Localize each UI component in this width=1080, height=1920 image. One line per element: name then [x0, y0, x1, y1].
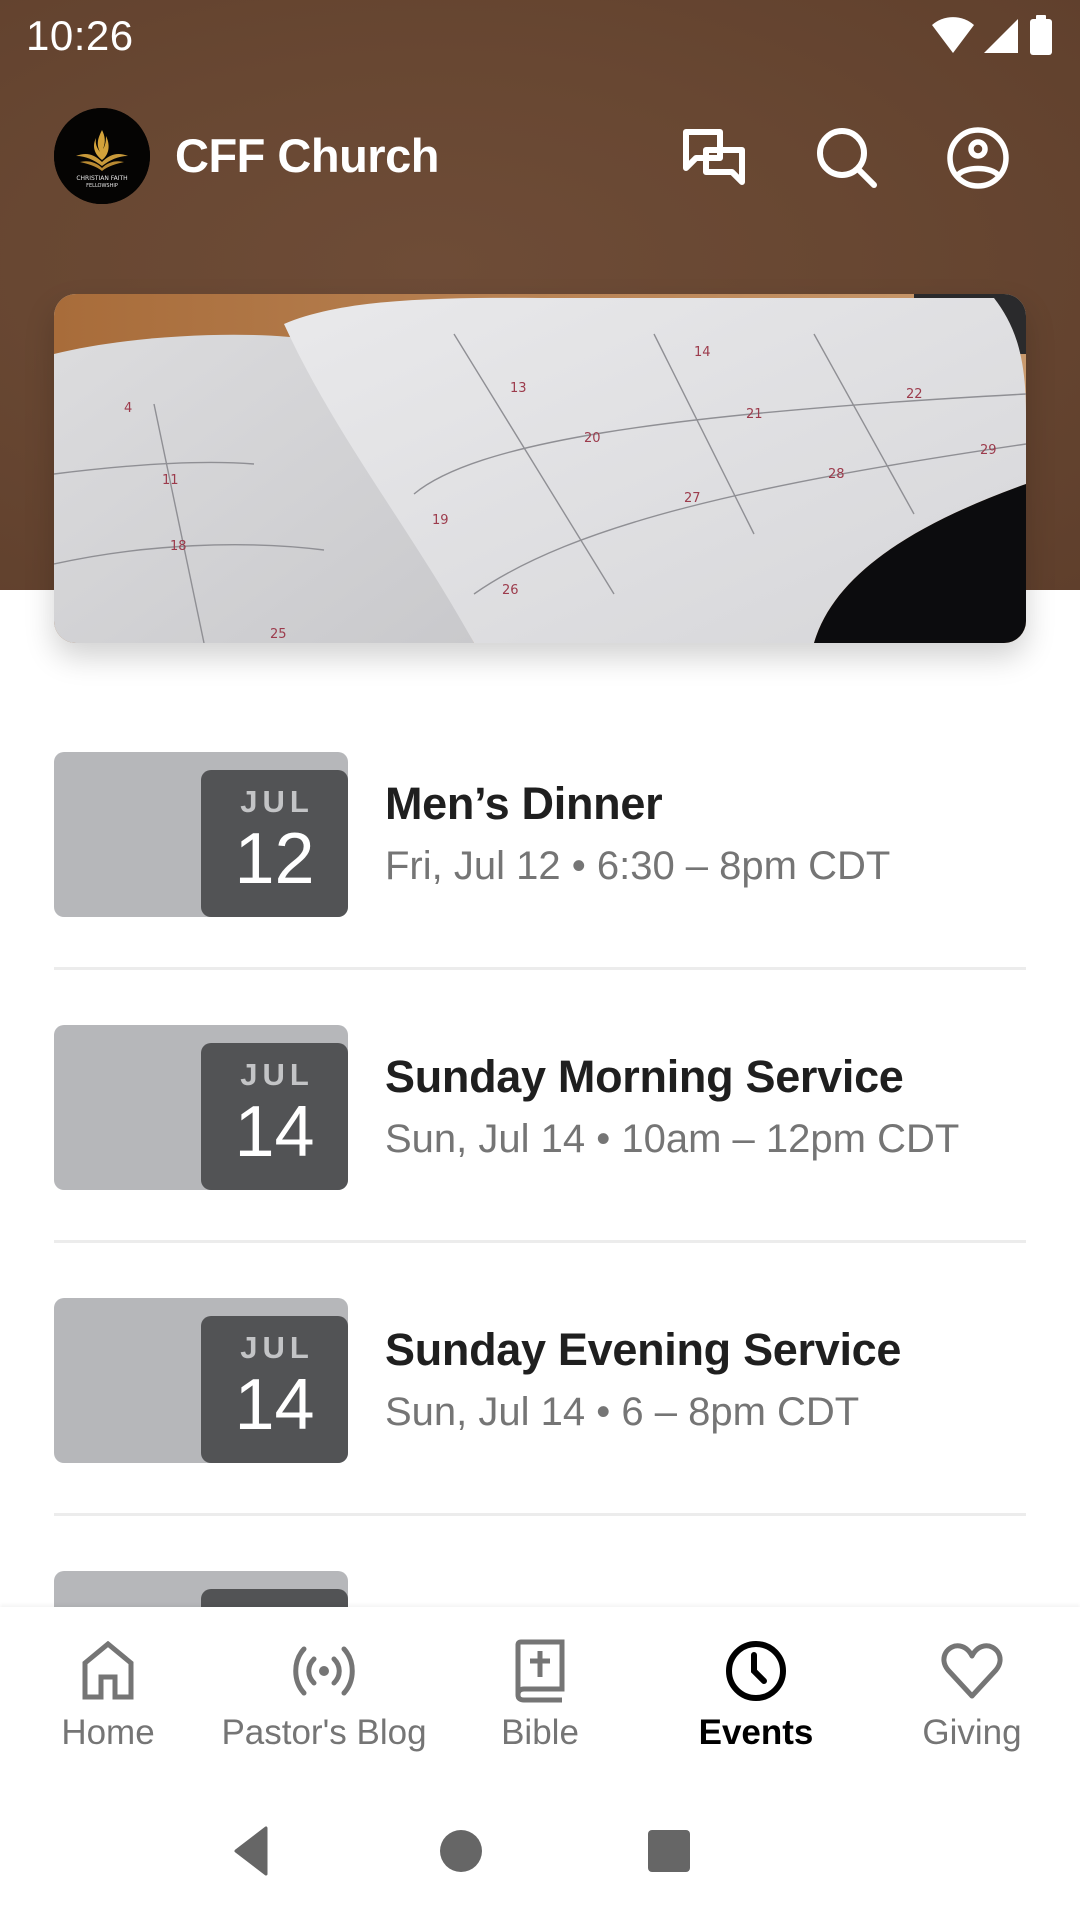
status-icons	[930, 14, 1056, 56]
recents-square-icon	[648, 1830, 690, 1872]
app-bar: CHRISTIAN FAITH FELLOWSHIP CFF Church	[0, 100, 1080, 212]
event-day: 14	[234, 1092, 315, 1172]
nav-label: Home	[61, 1713, 155, 1752]
heart-icon	[936, 1635, 1008, 1707]
event-row[interactable]: JUL 12 Men’s Dinner Fri, Jul 12 • 6:30 –…	[54, 752, 1026, 970]
account-button[interactable]	[942, 122, 1014, 194]
nav-label: Events	[698, 1713, 814, 1752]
svg-text:28: 28	[828, 467, 845, 482]
event-date-badge: JUL 14	[54, 1298, 348, 1463]
svg-text:18: 18	[170, 539, 187, 554]
search-icon	[817, 128, 877, 188]
nav-item-bible[interactable]: Bible	[432, 1607, 648, 1777]
status-bar: 10:26	[0, 0, 1080, 72]
system-recents-button[interactable]	[639, 1821, 699, 1881]
event-time: Fri, Jul 12 • 6:30 – 8pm CDT	[385, 844, 891, 888]
flame-book-logo-icon: CHRISTIAN FAITH FELLOWSHIP	[54, 108, 150, 204]
event-month: JUL	[240, 1330, 314, 1365]
event-title: Sunday Evening Service	[385, 1324, 902, 1375]
event-day: 12	[234, 819, 315, 899]
svg-text:14: 14	[694, 345, 711, 360]
event-time: Sun, Jul 14 • 10am – 12pm CDT	[385, 1117, 960, 1161]
event-month: JUL	[240, 784, 314, 819]
event-title: Sunday Morning Service	[385, 1051, 904, 1102]
event-date-badge: JUL 14	[54, 1025, 348, 1190]
svg-text:20: 20	[584, 431, 601, 446]
date-box: JUL 14	[201, 1043, 348, 1190]
system-navigation-bar	[0, 1777, 1080, 1920]
bottom-navigation: Home Pastor's Blog Bible Events Giving	[0, 1607, 1080, 1777]
system-back-button[interactable]	[222, 1821, 282, 1881]
svg-text:4: 4	[124, 401, 132, 416]
chat-button[interactable]	[678, 122, 750, 194]
event-month: JUL	[240, 1057, 314, 1092]
system-home-button[interactable]	[431, 1821, 491, 1881]
wifi-icon	[932, 17, 974, 53]
clock-icon	[720, 1635, 792, 1707]
nav-item-home[interactable]: Home	[0, 1607, 216, 1777]
nav-item-pastors-blog[interactable]: Pastor's Blog	[216, 1607, 432, 1777]
cellular-signal-icon	[984, 19, 1018, 53]
back-triangle-icon	[234, 1826, 268, 1876]
nav-label: Giving	[922, 1713, 1022, 1752]
nav-label: Pastor's Blog	[221, 1713, 427, 1752]
date-box: JUL 12	[201, 770, 348, 917]
broadcast-icon	[288, 1635, 360, 1707]
divider	[54, 967, 1026, 970]
svg-text:22: 22	[906, 387, 923, 402]
home-circle-icon	[440, 1830, 482, 1872]
event-time: Sun, Jul 14 • 6 – 8pm CDT	[385, 1390, 860, 1434]
event-row[interactable]: JUL 14 Sunday Morning Service Sun, Jul 1…	[54, 1025, 1026, 1243]
bible-icon	[504, 1635, 576, 1707]
home-icon	[72, 1635, 144, 1707]
search-button[interactable]	[811, 122, 883, 194]
app-title: CFF Church	[175, 129, 439, 182]
svg-text:21: 21	[746, 407, 763, 422]
svg-text:FELLOWSHIP: FELLOWSHIP	[86, 183, 118, 189]
event-title: Men’s Dinner	[385, 778, 663, 829]
divider	[54, 1513, 1026, 1516]
battery-icon	[1030, 15, 1052, 55]
svg-text:27: 27	[684, 491, 701, 506]
status-time: 10:26	[26, 12, 134, 59]
nav-label: Bible	[501, 1713, 579, 1752]
hero-calendar-image[interactable]: 4 11 18 25 13 20 27 14 21 28 22 29 19 26	[54, 294, 1026, 643]
date-box: JUL 14	[201, 1316, 348, 1463]
svg-text:26: 26	[502, 583, 519, 598]
divider	[54, 1240, 1026, 1243]
event-day: 14	[234, 1365, 315, 1445]
account-circle-icon	[947, 127, 1009, 189]
nav-item-giving[interactable]: Giving	[864, 1607, 1080, 1777]
svg-text:29: 29	[980, 443, 997, 458]
svg-text:11: 11	[162, 473, 179, 488]
svg-text:19: 19	[432, 513, 449, 528]
event-row[interactable]: JUL 14 Sunday Evening Service Sun, Jul 1…	[54, 1298, 1026, 1516]
chat-bubbles-icon	[683, 129, 745, 185]
svg-text:25: 25	[270, 627, 287, 642]
svg-text:CHRISTIAN FAITH: CHRISTIAN FAITH	[76, 175, 127, 182]
event-date-badge: JUL 12	[54, 752, 348, 917]
calendar-planner-illustration: 4 11 18 25 13 20 27 14 21 28 22 29 19 26	[54, 294, 1026, 643]
nav-item-events[interactable]: Events	[648, 1607, 864, 1777]
church-logo[interactable]: CHRISTIAN FAITH FELLOWSHIP	[54, 108, 150, 204]
svg-text:13: 13	[510, 381, 527, 396]
